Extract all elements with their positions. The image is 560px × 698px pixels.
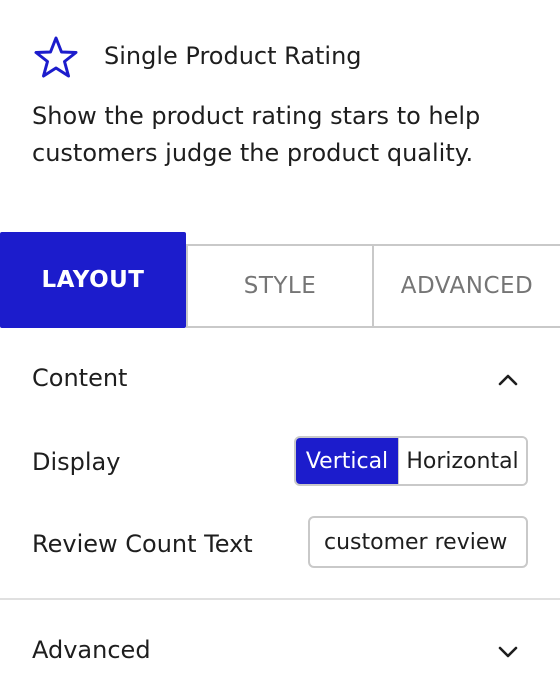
panel-divider bbox=[0, 598, 560, 600]
display-horizontal-button[interactable]: Horizontal bbox=[398, 438, 526, 484]
advanced-panel-toggle[interactable]: Advanced bbox=[0, 622, 560, 682]
block-title: Single Product Rating bbox=[104, 42, 362, 70]
block-header: Single Product Rating bbox=[32, 34, 532, 82]
display-label: Display bbox=[32, 448, 121, 476]
advanced-panel-title: Advanced bbox=[32, 636, 151, 664]
tab-layout[interactable]: LAYOUT bbox=[0, 232, 186, 328]
display-toggle-group: Vertical Horizontal bbox=[294, 436, 528, 486]
chevron-up-icon bbox=[498, 374, 518, 386]
review-count-text-input[interactable] bbox=[308, 516, 528, 568]
tab-advanced[interactable]: ADVANCED bbox=[374, 244, 560, 328]
chevron-down-icon bbox=[498, 646, 518, 658]
block-description: Show the product rating stars to help cu… bbox=[32, 102, 481, 167]
content-panel-title: Content bbox=[32, 364, 128, 392]
star-icon bbox=[34, 36, 78, 78]
review-count-text-label: Review Count Text bbox=[32, 530, 253, 558]
tab-style[interactable]: STYLE bbox=[186, 244, 374, 328]
inspector-tabs: LAYOUT STYLE ADVANCED bbox=[0, 232, 560, 328]
content-panel-toggle[interactable]: Content bbox=[0, 350, 560, 410]
display-vertical-button[interactable]: Vertical bbox=[296, 438, 398, 484]
